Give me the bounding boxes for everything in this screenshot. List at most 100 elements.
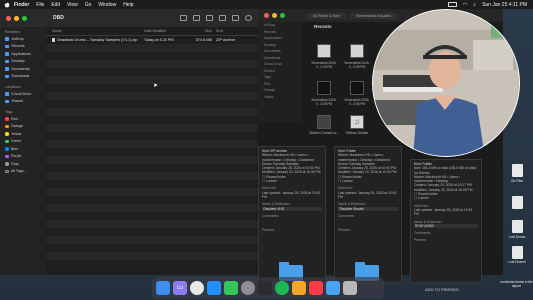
wifi-icon[interactable]: ◠ [463,2,467,8]
tab-screenshots[interactable]: Screenshots Included [350,12,397,19]
sidebar-tag-green[interactable]: Green [0,138,46,146]
dock-settings[interactable] [241,281,255,295]
sidebar-item-desktop[interactable]: Desktop [0,58,46,66]
sidebar-item-shared[interactable]: Shared [0,98,46,106]
dock-music[interactable] [309,281,323,295]
menu-file[interactable]: File [36,2,44,8]
comments-heading[interactable]: Comments: [414,231,478,235]
sidebar-item-downloads[interactable]: Downloads [0,73,46,81]
sidebar-tag-red[interactable]: Red [0,115,46,123]
sidebar-tag-yellow[interactable]: Yellow [0,130,46,138]
screenshot-thumbnail[interactable] [350,81,364,95]
music-file-thumbnail[interactable]: ♫ [350,115,364,129]
preview-heading[interactable]: Preview: [338,228,398,232]
sidebar-tag-purple[interactable]: Purple [0,153,46,161]
menu-edit[interactable]: Edit [51,2,60,8]
menu-go[interactable]: Go [85,2,92,8]
dock-launchpad[interactable]: Lu [173,281,187,295]
document-thumbnail[interactable] [317,115,331,129]
sidebar-heading-favorites: Favorites [5,30,21,34]
sidebar-item-recents[interactable]: Recents [0,43,46,51]
sidebar-tag-gray[interactable]: Gray [0,160,46,168]
dock: Lu [152,277,384,299]
dock-app-store[interactable] [207,281,221,295]
desktop-file-icon[interactable] [512,164,523,177]
dock-files[interactable] [326,281,340,295]
dock-photos[interactable] [292,281,306,295]
name-field[interactable]: Obsolete Shader [338,206,398,211]
more-icon[interactable] [232,15,239,21]
screenshot-thumbnail[interactable] [350,44,364,58]
dock-spotify[interactable] [275,281,289,295]
menu-view[interactable]: View [67,2,78,8]
apple-icon[interactable] [4,2,10,8]
menu-window[interactable]: Window [98,2,116,8]
search-icon[interactable] [245,15,252,21]
info-last-opened: Last opened: January 25, 2026 at 10:43 P… [414,207,473,217]
file-list: Name Date Modified Size Kind Deadbeat Dr… [46,27,258,275]
locked-checkbox[interactable]: ☐ Locked [338,179,398,183]
zoom-button[interactable] [22,15,27,21]
sidebar-item-label: iCloud Drive [11,91,32,96]
search-icon[interactable]: ⌕ [473,2,476,8]
dock-chrome[interactable] [190,281,204,295]
dock-terminal[interactable] [258,281,272,295]
section-title: Recents [314,24,332,29]
screenshot-thumbnail[interactable] [317,81,331,95]
sidebar-item-airdrop[interactable]: AirDrop [0,35,46,43]
sidebar-item-label: All Tags… [11,169,28,174]
tag-icon[interactable] [219,15,226,21]
comments-heading[interactable]: Comments: [262,214,322,218]
sidebar-item-applications[interactable]: Applications [0,50,46,58]
table-row[interactable]: Deadbeat Drums – Tuesday Samples (V1.1).… [46,36,258,44]
tab-all-finder[interactable]: All Finder & Take [307,12,347,19]
tag-dot-icon [5,139,9,143]
column-header-kind[interactable]: Kind [216,29,256,33]
column-header-date[interactable]: Date Modified [144,29,192,33]
close-button[interactable] [6,15,11,21]
zoom-button[interactable] [280,13,285,18]
column-header-name[interactable]: Name [46,29,144,33]
preview-heading[interactable]: Preview: [262,228,322,232]
menu-clock[interactable]: Sun Jan 25 4:11 PM [482,2,527,8]
sidebar-tag-all[interactable]: All Tags… [0,168,46,176]
minimize-button[interactable] [14,15,19,21]
group-icon[interactable] [193,15,200,21]
screenshot-thumbnail[interactable] [317,44,331,58]
locked-checkbox[interactable]: ☐ Locked [414,196,478,200]
info-where: Where: Macintosh HD • Users • maxhermann… [338,153,390,166]
thumbnail-label: Screenshot 2026-0...3:49 PM [344,61,370,69]
sidebar-tag-blue[interactable]: Blue [0,145,46,153]
view-options-icon[interactable] [180,15,187,21]
sidebar-item-label: Documents [11,66,30,71]
preview-heading[interactable]: Preview: [414,238,478,242]
locked-checkbox[interactable]: ☐ Locked [262,179,322,183]
battery-icon[interactable] [447,1,457,8]
shared-folder-icon [5,99,9,103]
menu-app-name[interactable]: Finder [14,2,29,8]
sidebar-tag-orange[interactable]: Orange [0,123,46,131]
dock-finder[interactable] [156,281,170,295]
close-button[interactable] [264,13,269,18]
name-field[interactable]: RCM V4XDX [414,223,478,229]
desktop-file-icon[interactable] [512,196,523,209]
sidebar-heading-locations: Locations [5,85,22,89]
comments-heading[interactable]: Comments: [338,214,398,218]
dock-facetime[interactable] [224,281,238,295]
info-last-opened: Last opened: January 25, 2026 at 10:43 P… [338,190,397,199]
minimize-button[interactable] [272,13,277,18]
info-panel: Kind: Folder Where: Macintosh HD • Users… [334,146,402,283]
finder-titlebar[interactable]: DBD [0,9,258,27]
sidebar-item-icloud[interactable]: iCloud Drive [0,90,46,98]
sidebar-heading-tags: Tags [5,110,13,114]
share-icon[interactable] [206,15,213,21]
column-header-size[interactable]: Size [192,29,216,33]
name-field[interactable]: Obsolete VHD [262,206,322,211]
desktop-file-icon[interactable] [512,246,523,259]
desktop-file-icon[interactable] [512,220,523,233]
sidebar-item[interactable]: Yellow [258,94,302,101]
menu-help[interactable]: Help [123,2,133,8]
sidebar-item-documents[interactable]: Documents [0,65,46,73]
dock-trash[interactable] [343,281,357,295]
finder-window: DBD Favorites AirDrop Recents Applicatio… [0,9,259,275]
